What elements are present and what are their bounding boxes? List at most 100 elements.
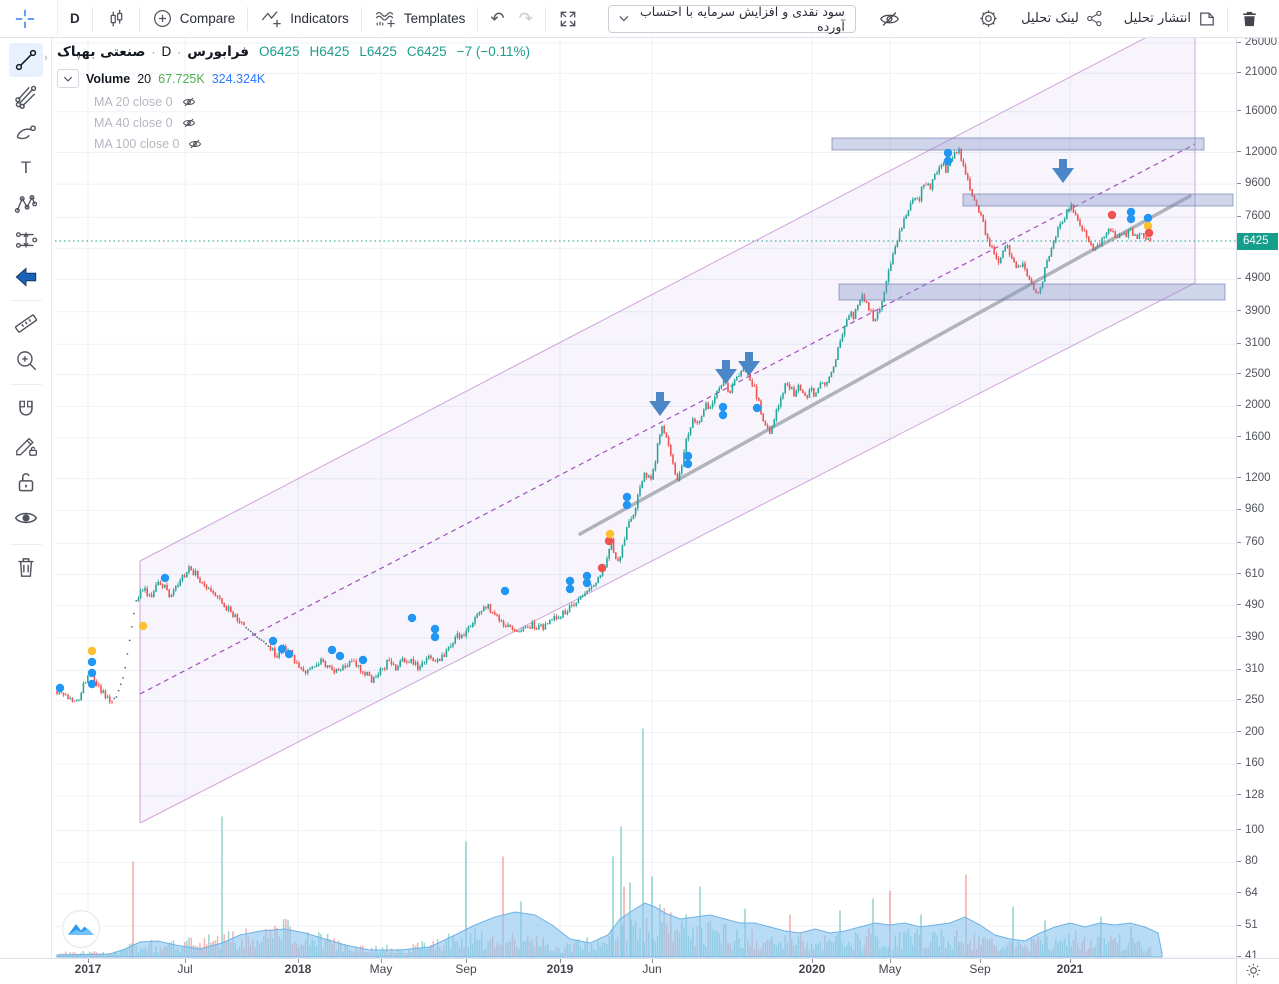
timeframe-label: D bbox=[70, 11, 80, 26]
magnet-icon bbox=[13, 397, 39, 423]
crosshair-icon bbox=[13, 8, 37, 30]
separator-dot: · bbox=[177, 45, 181, 59]
eye-off-icon[interactable] bbox=[181, 95, 197, 109]
time-axis[interactable]: 2017Jul2018MaySep2019Jun2020MaySep2021 bbox=[0, 958, 1279, 984]
price-tick: 1200 bbox=[1237, 472, 1271, 484]
templates-button[interactable]: Templates bbox=[362, 0, 478, 38]
eye-off-icon[interactable] bbox=[187, 137, 203, 151]
volume-label[interactable]: Volume bbox=[86, 72, 130, 86]
time-tick: Sep bbox=[969, 962, 990, 976]
candlestick-style-icon bbox=[105, 8, 127, 30]
xabcd-pattern-tool[interactable] bbox=[9, 187, 43, 221]
price-tick: 3100 bbox=[1237, 337, 1271, 349]
timeframe-button[interactable]: D bbox=[58, 0, 92, 38]
separator-dot: · bbox=[151, 45, 155, 59]
price-tick: 51 bbox=[1237, 919, 1258, 931]
price-axis[interactable]: 6425 26000210001600012000960076006100490… bbox=[1236, 38, 1279, 958]
price-tick: 2000 bbox=[1237, 399, 1271, 411]
arrow-left-icon bbox=[13, 264, 39, 290]
zoom-in-tool[interactable] bbox=[9, 343, 43, 377]
price-tick: 160 bbox=[1237, 757, 1264, 769]
time-tick: Jun bbox=[642, 962, 661, 976]
magnet-mode-tool[interactable] bbox=[9, 393, 43, 427]
time-tick: Sep bbox=[455, 962, 476, 976]
brush-tool[interactable] bbox=[9, 115, 43, 149]
time-tick: 2017 bbox=[75, 962, 102, 976]
indicators-label: Indicators bbox=[290, 11, 349, 26]
time-tick: May bbox=[370, 962, 393, 976]
charting-app: D Compare Indicators Templates bbox=[0, 0, 1279, 984]
ma100-label[interactable]: MA 100 close 0 bbox=[94, 137, 179, 151]
time-tick: May bbox=[879, 962, 902, 976]
ma40-label[interactable]: MA 40 close 0 bbox=[94, 116, 173, 130]
price-tick: 80 bbox=[1237, 855, 1258, 867]
legend-collapse-button[interactable] bbox=[57, 69, 79, 88]
price-tick: 390 bbox=[1237, 631, 1264, 643]
trash-outline-icon bbox=[13, 554, 39, 580]
close-value: C6425 bbox=[407, 44, 447, 59]
indicators-button[interactable]: Indicators bbox=[248, 0, 361, 38]
price-tick: 21000 bbox=[1237, 66, 1277, 78]
publish-analysis-button[interactable]: انتشار تحلیل bbox=[1114, 9, 1227, 29]
current-price-label: 6425 bbox=[1237, 233, 1278, 250]
low-value: L6425 bbox=[359, 44, 397, 59]
measure-tool[interactable] bbox=[9, 306, 43, 340]
drawing-toolbar: › T bbox=[0, 38, 52, 958]
ma100-indicator-row: MA 100 close 0 bbox=[57, 137, 530, 151]
indicators-icon bbox=[260, 8, 283, 30]
settings-button[interactable] bbox=[966, 0, 1011, 38]
text-tool[interactable]: T bbox=[9, 151, 43, 185]
trash-icon bbox=[1240, 9, 1259, 29]
templates-label: Templates bbox=[404, 11, 466, 26]
ma20-label[interactable]: MA 20 close 0 bbox=[94, 95, 173, 109]
drawing-mode-tool[interactable] bbox=[9, 429, 43, 463]
high-value: H6425 bbox=[310, 44, 350, 59]
hide-drawings-button[interactable] bbox=[866, 0, 913, 38]
chart-style-button[interactable] bbox=[93, 0, 139, 38]
gear-icon bbox=[978, 8, 999, 29]
time-tick: 2020 bbox=[799, 962, 826, 976]
delete-chart-button[interactable] bbox=[1228, 0, 1271, 38]
symbol-name[interactable]: صنعتی بهپاک bbox=[57, 44, 145, 60]
platform-logo bbox=[61, 909, 101, 954]
fullscreen-button[interactable] bbox=[546, 0, 590, 38]
remove-drawings-tool[interactable] bbox=[9, 550, 43, 584]
redo-button[interactable]: ↷ bbox=[517, 0, 545, 38]
logo-mountain-icon bbox=[61, 909, 101, 949]
projection-tool[interactable] bbox=[9, 223, 43, 257]
price-tick: 64 bbox=[1237, 887, 1258, 899]
price-tick: 16000 bbox=[1237, 105, 1277, 117]
arrow-marker-tool[interactable] bbox=[9, 260, 43, 294]
brush-icon bbox=[13, 119, 39, 145]
analysis-link-label: لینک تحلیل bbox=[1021, 11, 1079, 26]
volume-length: 20 bbox=[137, 72, 151, 86]
compare-button[interactable]: Compare bbox=[140, 0, 248, 38]
trend-line-tool[interactable] bbox=[9, 43, 43, 77]
templates-icon bbox=[374, 8, 397, 30]
axis-corner-divider bbox=[1236, 959, 1237, 984]
price-tick: 100 bbox=[1237, 824, 1264, 836]
undo-button[interactable]: ↶ bbox=[478, 0, 516, 38]
eye-icon bbox=[13, 505, 39, 531]
projection-icon bbox=[13, 227, 39, 253]
lock-drawings-tool[interactable] bbox=[9, 465, 43, 499]
price-tick: 610 bbox=[1237, 568, 1264, 580]
legend-timeframe[interactable]: D bbox=[161, 44, 171, 59]
text-tool-icon: T bbox=[21, 158, 31, 178]
eye-off-icon[interactable] bbox=[181, 116, 197, 130]
hide-all-drawings-tool[interactable] bbox=[9, 501, 43, 535]
publish-analysis-label: انتشار تحلیل bbox=[1124, 11, 1191, 26]
analysis-link-button[interactable]: لینک تحلیل bbox=[1011, 9, 1114, 28]
adjustment-label: سود نقدی و افزایش سرمایه با احتساب آورده bbox=[637, 4, 845, 34]
tool-expander-chevron[interactable]: › bbox=[44, 52, 48, 64]
chart-legend: صنعتی بهپاک · D · فرابورس O6425 H6425 L6… bbox=[57, 44, 530, 151]
theme-toggle-sun-icon[interactable] bbox=[1245, 962, 1262, 984]
crosshair-tool[interactable] bbox=[13, 8, 39, 30]
ruler-icon bbox=[13, 310, 39, 336]
price-adjustment-dropdown[interactable]: سود نقدی و افزایش سرمایه با احتساب آورده bbox=[608, 5, 856, 33]
volume-ma-value: 324.324K bbox=[212, 72, 266, 86]
toolbar-right-group: لینک تحلیل انتشار تحلیل bbox=[966, 0, 1279, 37]
volume-value: 67.725K bbox=[158, 72, 205, 86]
pitchfork-tool[interactable] bbox=[9, 79, 43, 113]
price-tick: 960 bbox=[1237, 503, 1264, 515]
